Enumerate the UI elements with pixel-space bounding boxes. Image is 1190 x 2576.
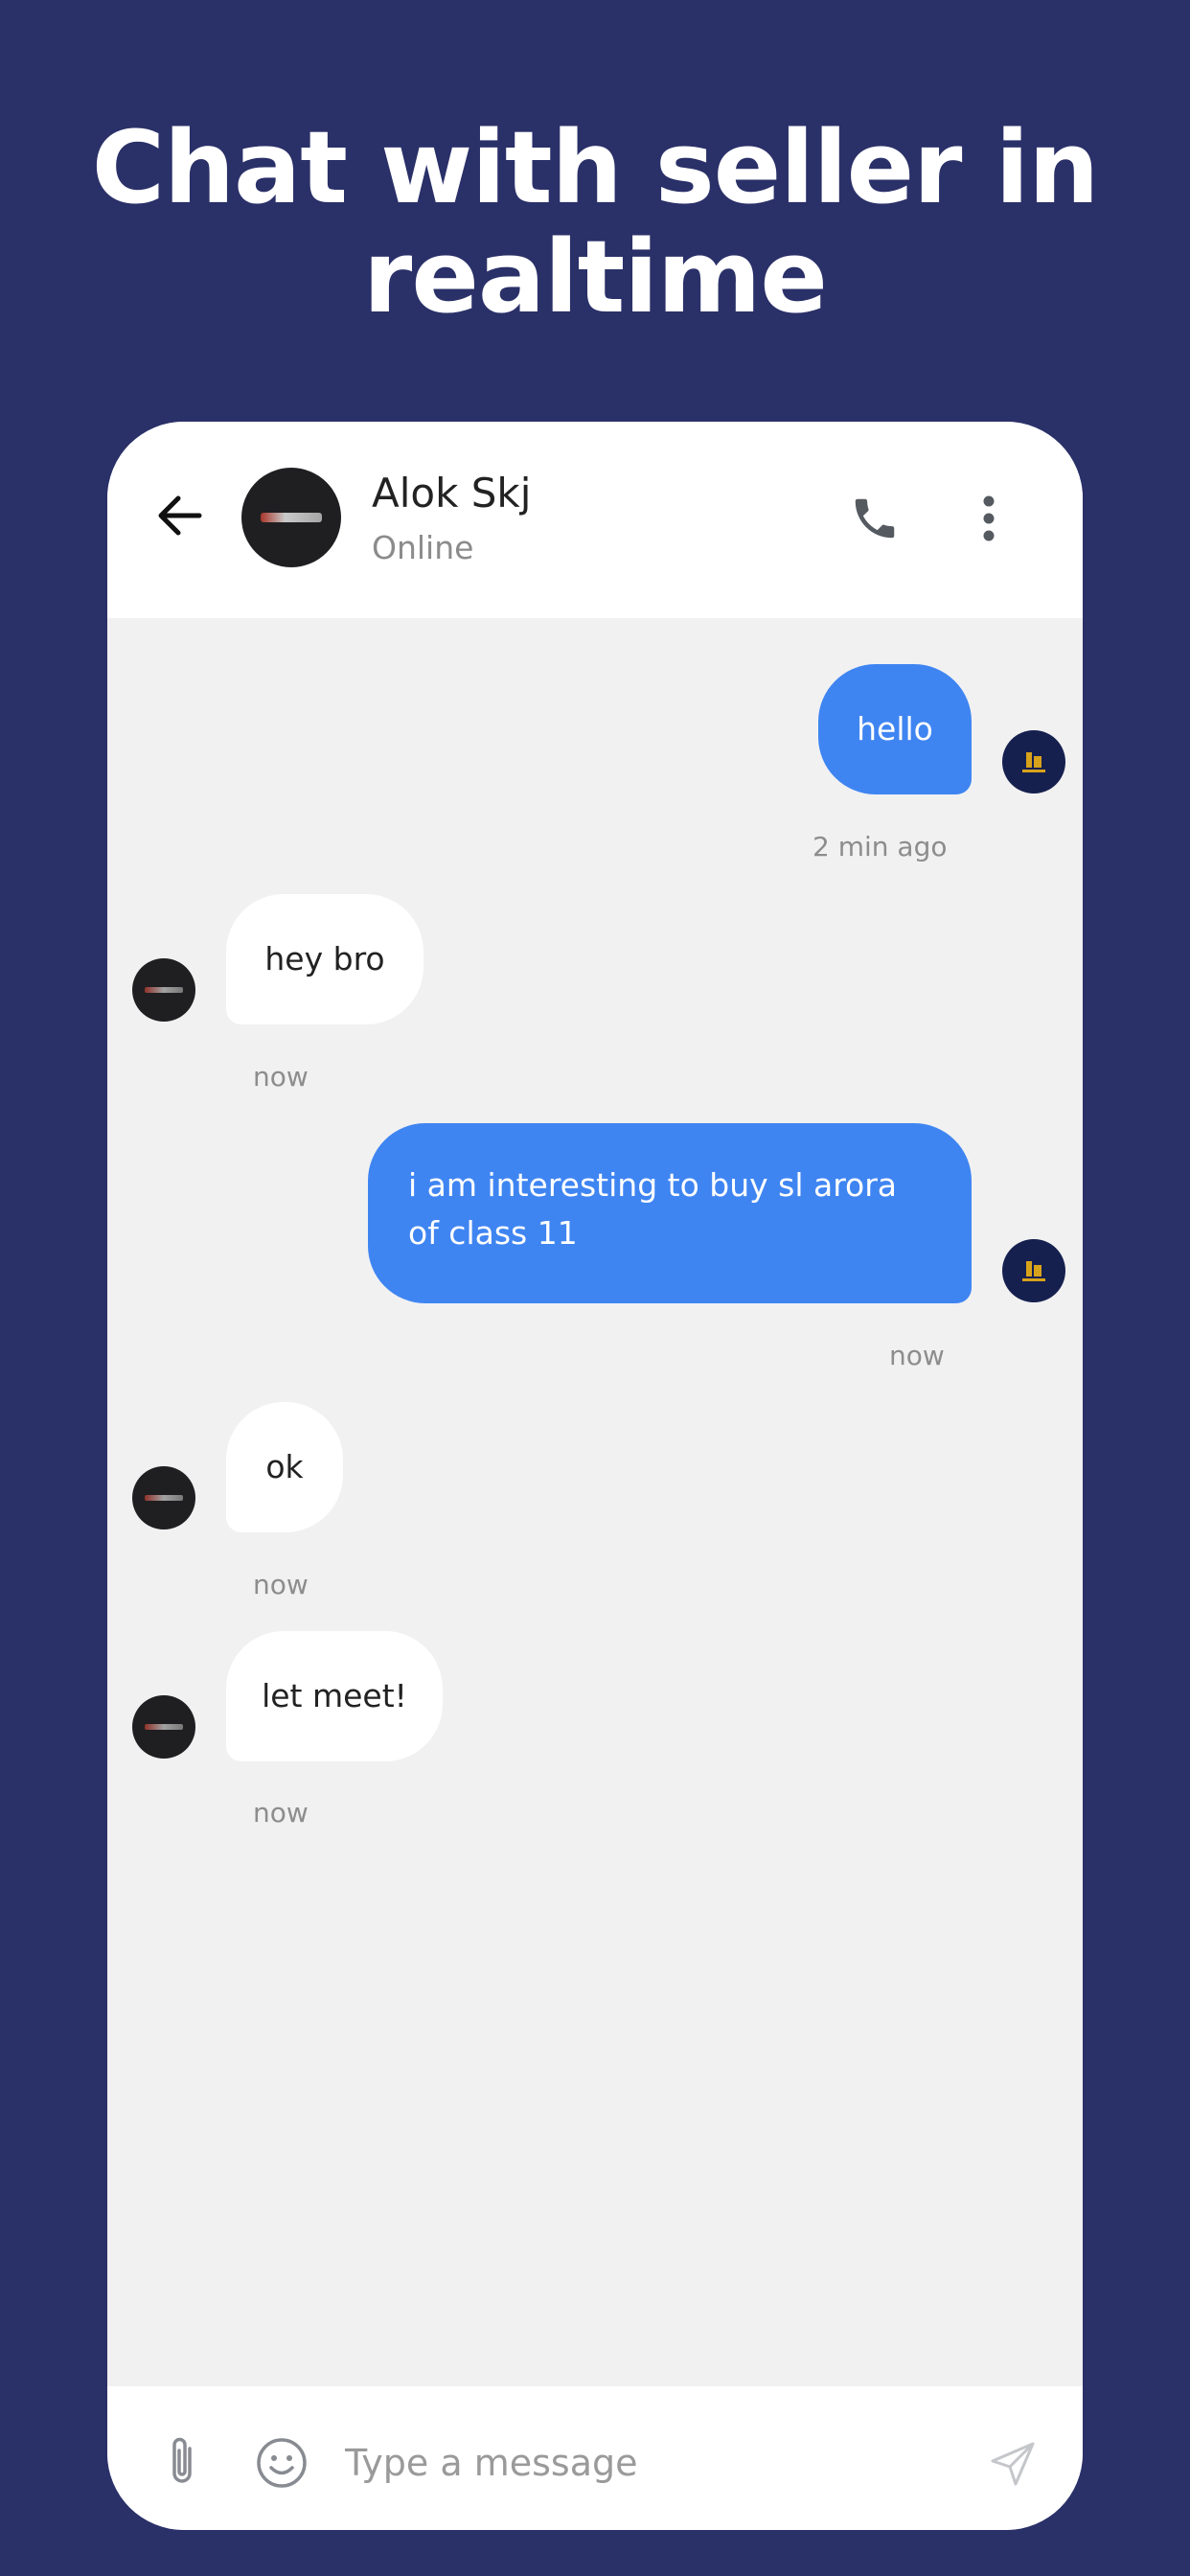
contact-name: Alok Skj bbox=[372, 470, 532, 517]
arrow-left-icon bbox=[158, 495, 202, 536]
building-logo-icon bbox=[1022, 1261, 1045, 1281]
contact-avatar-small bbox=[132, 1466, 195, 1530]
avatar-logo bbox=[261, 513, 322, 522]
message-input[interactable] bbox=[345, 2428, 939, 2497]
my-avatar bbox=[1002, 1239, 1065, 1302]
more-options-button[interactable] bbox=[965, 489, 1013, 548]
call-button[interactable] bbox=[845, 489, 904, 548]
contact-avatar-small bbox=[132, 1695, 195, 1759]
send-button[interactable] bbox=[985, 2436, 1041, 2492]
message-timestamp: now bbox=[889, 1340, 945, 1371]
paperclip-icon bbox=[172, 2437, 192, 2483]
building-logo-icon bbox=[1022, 752, 1045, 772]
smiley-icon bbox=[257, 2438, 307, 2488]
message-bubble-incoming[interactable]: let meet! bbox=[226, 1631, 443, 1761]
message-bubble-outgoing[interactable]: i am interesting to buy sl arora of clas… bbox=[368, 1123, 972, 1303]
message-timestamp: now bbox=[253, 1569, 309, 1600]
emoji-button[interactable] bbox=[253, 2434, 310, 2492]
message-bubble-incoming[interactable]: hey bro bbox=[226, 894, 423, 1024]
message-text: i am interesting to buy sl arora of clas… bbox=[408, 1166, 898, 1252]
chat-header: Alok Skj Online bbox=[107, 422, 1083, 618]
message-text: hey bro bbox=[264, 940, 385, 978]
message-bubble-outgoing[interactable]: hello bbox=[818, 664, 972, 794]
contact-avatar-small bbox=[132, 958, 195, 1022]
send-icon bbox=[991, 2442, 1035, 2486]
promo-headline: Chat with seller in realtime bbox=[0, 113, 1190, 332]
contact-avatar[interactable] bbox=[241, 468, 341, 567]
message-list[interactable]: hello 2 min ago hey bro now i am interes… bbox=[107, 618, 1083, 2386]
attach-button[interactable] bbox=[155, 2434, 209, 2492]
back-button[interactable] bbox=[153, 489, 207, 542]
message-bubble-incoming[interactable]: ok bbox=[226, 1402, 343, 1532]
message-text: ok bbox=[265, 1448, 304, 1485]
message-timestamp: now bbox=[253, 1061, 309, 1092]
message-text: let meet! bbox=[262, 1677, 407, 1714]
phone-frame: Alok Skj Online hello 2 min ago hey bro … bbox=[107, 422, 1083, 2530]
message-timestamp: 2 min ago bbox=[812, 831, 948, 862]
more-vertical-icon bbox=[983, 495, 995, 541]
message-text: hello bbox=[857, 710, 933, 748]
phone-icon bbox=[855, 498, 895, 539]
my-avatar bbox=[1002, 730, 1065, 794]
message-composer bbox=[107, 2386, 1083, 2530]
contact-status: Online bbox=[372, 529, 474, 566]
promo-headline-line2: realtime bbox=[363, 218, 828, 335]
promo-headline-line1: Chat with seller in bbox=[91, 109, 1100, 226]
message-timestamp: now bbox=[253, 1797, 309, 1828]
